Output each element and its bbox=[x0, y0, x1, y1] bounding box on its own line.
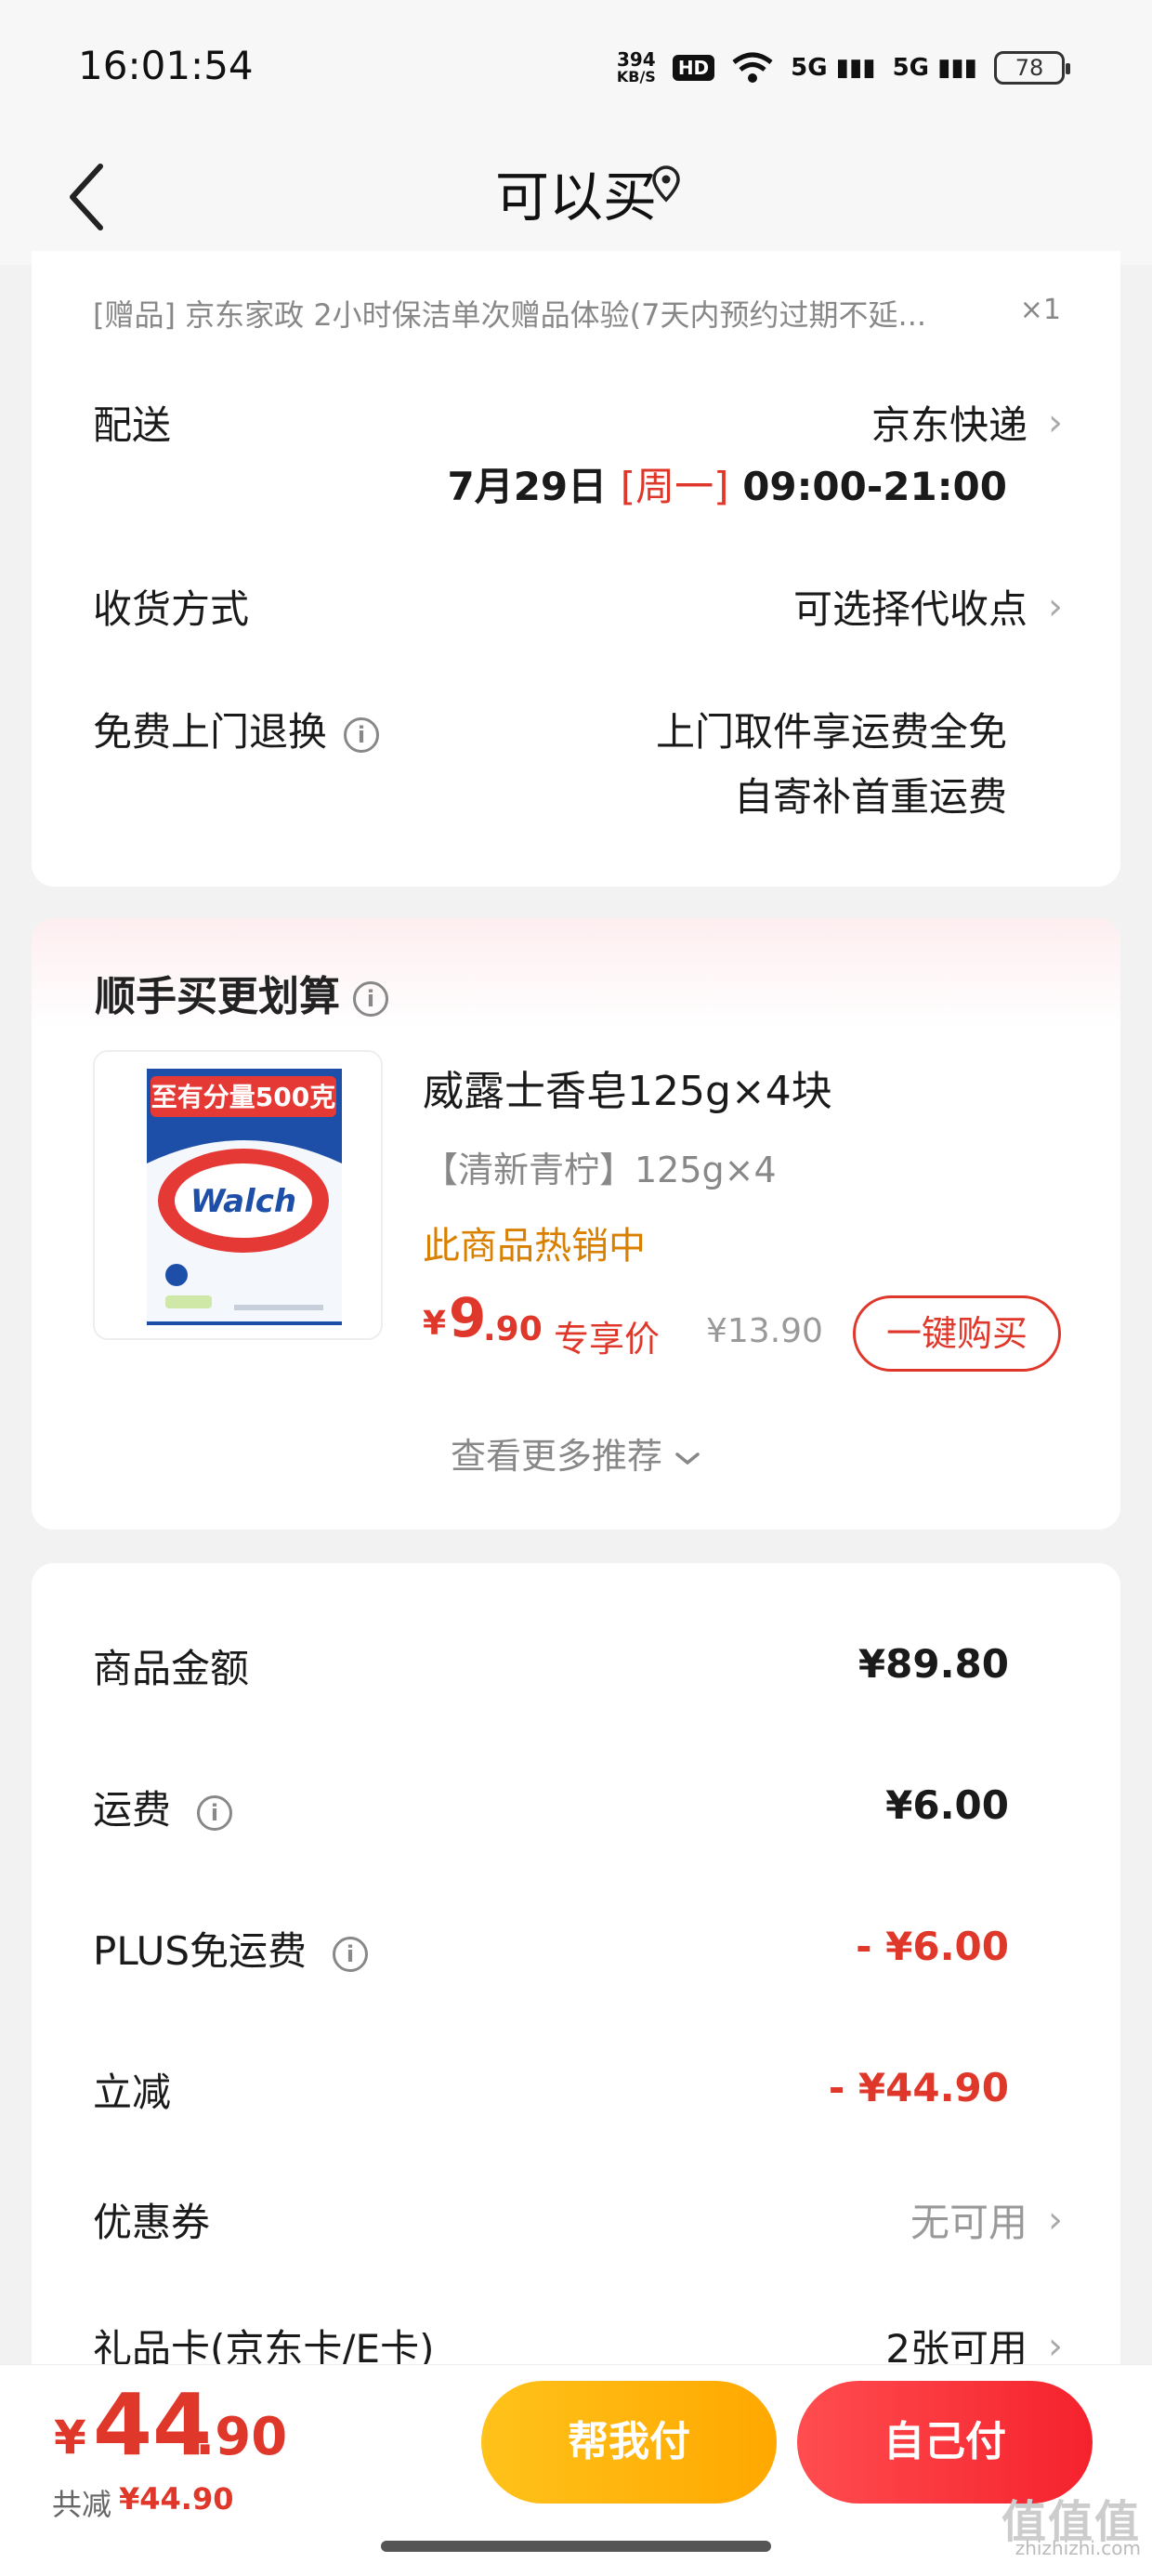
price-tag: 专享价 bbox=[554, 1319, 661, 1360]
location-button[interactable] bbox=[650, 165, 682, 211]
soap-box-image: 至有分量500克 Walch bbox=[147, 1069, 342, 1325]
free-return-label-text: 免费上门退换 bbox=[93, 709, 328, 755]
chevron-right-icon: › bbox=[1048, 2324, 1063, 2368]
shipping-fee-label: 运费 i bbox=[93, 1779, 233, 1835]
product-hot-label: 此商品热销中 bbox=[423, 1225, 646, 1268]
signal-icon-1: 5G ▮▮▮ bbox=[791, 54, 876, 82]
total-integer: 44 bbox=[93, 2375, 213, 2475]
receive-method-selector[interactable]: 可选择代收点 › bbox=[793, 578, 1063, 635]
pay-myself-button[interactable]: 自己付 bbox=[797, 2381, 1093, 2504]
goods-amount-label: 商品金额 bbox=[93, 1646, 250, 1691]
watermark-logo: 值值值 bbox=[1001, 2496, 1141, 2548]
battery-icon: 78 bbox=[994, 51, 1070, 85]
status-icons: 394 KB/S HD 5G ▮▮▮ 5G ▮▮▮ 78 bbox=[617, 46, 1070, 89]
shipping-value: 京东快递 bbox=[871, 402, 1028, 448]
shipping-date: 7月29日 bbox=[447, 464, 608, 509]
saved-amount: ¥44.90 bbox=[119, 2481, 234, 2517]
image-brand-text: Walch bbox=[190, 1183, 296, 1220]
free-return-value-2: 自寄补首重运费 bbox=[733, 774, 1007, 820]
watermark: 值值值 zhizhizhi.com bbox=[1001, 2496, 1141, 2561]
free-return-value-1: 上门取件享运费全免 bbox=[655, 709, 1007, 755]
total-currency: ¥ bbox=[54, 2411, 86, 2464]
shipping-time-line: 7月29日 [周一] 09:00-21:00 bbox=[447, 455, 1007, 512]
coupon-value: 无可用 bbox=[910, 2200, 1028, 2245]
chevron-right-icon: › bbox=[1048, 585, 1063, 628]
network-speed: 394 KB/S bbox=[617, 50, 656, 85]
status-bar: 16:01:54 394 KB/S HD 5G ▮▮▮ 5G ▮▮▮ 78 bbox=[0, 0, 1152, 130]
recommend-title-text: 顺手买更划算 bbox=[95, 973, 340, 1020]
network-speed-value: 394 bbox=[616, 48, 656, 71]
one-click-buy-button[interactable]: 一键购买 bbox=[853, 1295, 1061, 1372]
network-speed-unit: KB/S bbox=[616, 68, 656, 85]
shipping-selector[interactable]: 京东快递 › bbox=[871, 394, 1063, 451]
home-indicator[interactable] bbox=[381, 2541, 771, 2552]
page-title: 可以买 bbox=[494, 165, 657, 229]
total-decimal: .90 bbox=[195, 2407, 288, 2467]
plus-free-shipping-value: - ¥6.00 bbox=[856, 1924, 1009, 1969]
see-more-button[interactable]: 查看更多推荐 bbox=[0, 1427, 1152, 1479]
coupon-label: 优惠券 bbox=[93, 2200, 211, 2245]
signal-icon-2: 5G ▮▮▮ bbox=[892, 54, 977, 82]
watermark-url: zhizhizhi.com bbox=[1015, 2537, 1141, 2559]
plus-free-shipping-label: PLUS免运费 i bbox=[93, 1920, 369, 1977]
product-name[interactable]: 威露士香皂125g×4块 bbox=[423, 1058, 832, 1117]
see-more-label: 查看更多推荐 bbox=[450, 1436, 662, 1477]
free-return-label: 免费上门退换 i bbox=[93, 701, 380, 757]
wifi-icon bbox=[732, 52, 773, 83]
chevron-down-icon bbox=[675, 1452, 700, 1465]
receive-method-label: 收货方式 bbox=[93, 586, 250, 632]
location-pin-icon bbox=[652, 165, 680, 203]
original-price: ¥13.90 bbox=[706, 1312, 823, 1350]
image-banner-text: 至有分量500克 bbox=[151, 1082, 335, 1112]
gift-item-qty: ×1 bbox=[1019, 294, 1061, 326]
help-me-pay-button[interactable]: 帮我付 bbox=[481, 2381, 777, 2504]
gift-item-text: [赠品] 京东家政 2小时保洁单次赠品体验(7天内预约过期不延... bbox=[93, 297, 927, 333]
hd-icon: HD bbox=[672, 55, 715, 81]
top-nav: 可以买 bbox=[0, 130, 1152, 265]
shipping-weekday: [周一] bbox=[620, 464, 729, 509]
coupon-selector[interactable]: 无可用 › bbox=[910, 2191, 1063, 2248]
saved-label: 共减 bbox=[52, 2487, 112, 2522]
instant-discount-value: - ¥44.90 bbox=[828, 2065, 1009, 2110]
clock: 16:01:54 bbox=[78, 43, 254, 88]
receive-method-value: 可选择代收点 bbox=[792, 586, 1028, 632]
price-integer: 9 bbox=[449, 1286, 487, 1349]
shipping-label: 配送 bbox=[93, 402, 172, 448]
price-currency: ¥ bbox=[423, 1305, 447, 1343]
info-icon[interactable]: i bbox=[344, 716, 380, 753]
chevron-right-icon: › bbox=[1048, 2198, 1063, 2241]
instant-discount-label: 立减 bbox=[93, 2070, 172, 2115]
price-decimal: .90 bbox=[483, 1310, 543, 1348]
product-spec: 【清新青柠】125g×4 bbox=[423, 1150, 777, 1190]
shipping-time: 09:00-21:00 bbox=[742, 464, 1007, 509]
product-image[interactable]: 至有分量500克 Walch bbox=[93, 1050, 383, 1340]
recommend-title: 顺手买更划算 i bbox=[95, 963, 388, 1022]
shipping-fee-value: ¥6.00 bbox=[885, 1782, 1009, 1828]
chevron-right-icon: › bbox=[1048, 401, 1063, 444]
plus-free-shipping-label-text: PLUS免运费 bbox=[93, 1928, 308, 1974]
info-icon[interactable]: i bbox=[353, 981, 388, 1017]
goods-amount-value: ¥89.80 bbox=[857, 1641, 1009, 1687]
shipping-fee-label-text: 运费 bbox=[93, 1787, 172, 1833]
info-icon[interactable]: i bbox=[333, 1936, 369, 1972]
info-icon[interactable]: i bbox=[197, 1794, 233, 1831]
